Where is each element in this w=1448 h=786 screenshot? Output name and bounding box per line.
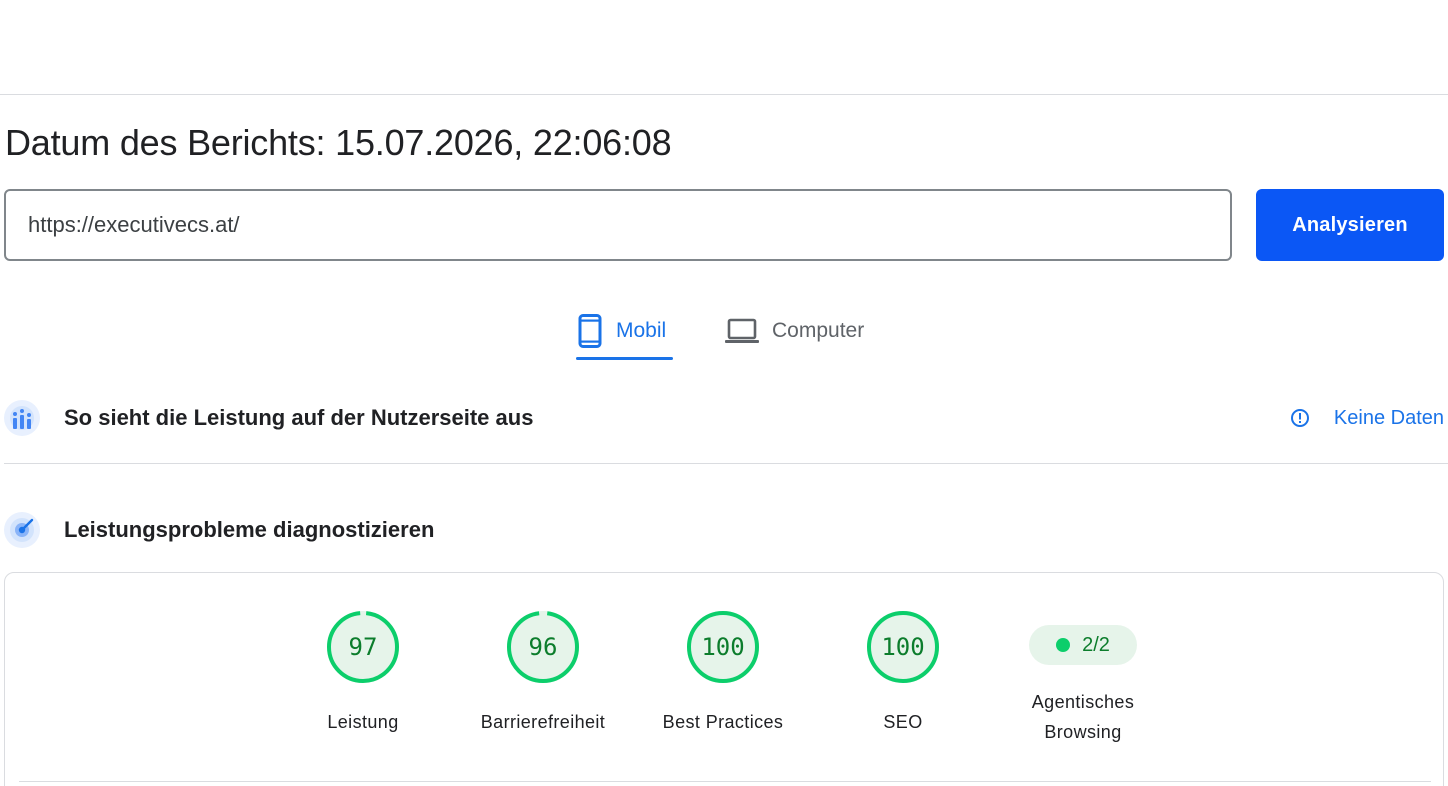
pass-dot-icon [1056,638,1071,652]
score-label: SEO [883,712,923,732]
score-label: Barrierefreiheit [480,712,606,732]
score-gauge-accessibility[interactable]: 96 Barrierefreiheit [453,609,633,737]
device-tabs: Mobil Computer [0,300,1448,362]
score-label: Leistung [327,712,399,732]
url-input[interactable] [4,189,1232,261]
score-card: 97 Leistung 96 Barrierefreiheit 100 Best… [4,572,1444,786]
tab-mobile[interactable]: Mobil [576,300,676,362]
field-data-header: So sieht die Leistung auf der Nutzerseit… [4,398,1448,438]
gauge-ring: 100 [687,611,759,683]
tab-mobile-label: Mobil [616,319,667,342]
score-value: 100 [701,633,744,661]
score-value: 100 [881,633,924,661]
agentic-label: Agentisches Browsing [993,687,1173,747]
analyze-button[interactable]: Analysieren [1256,189,1444,261]
field-data-icon [4,400,40,436]
card-divider [19,781,1431,782]
smartphone-icon [576,314,604,348]
gauge-ring: 100 [867,611,939,683]
score-gauge-best-practices[interactable]: 100 Best Practices [633,609,813,737]
score-label: Best Practices [662,712,784,732]
info-icon [1290,408,1310,428]
gauge-ring: 96 [507,611,579,683]
agentic-value: 2/2 [1082,633,1110,656]
score-agentic-browsing[interactable]: 2/2 Agentisches Browsing [993,609,1173,747]
score-value: 97 [349,633,378,661]
no-data-link[interactable]: Keine Daten [1290,407,1444,430]
pagespeed-page: Datum des Berichts: 15.07.2026, 22:06:08… [0,0,1448,786]
agentic-label-line1: Agentisches [1031,692,1135,712]
header-divider [0,94,1448,95]
tab-computer[interactable]: Computer [724,300,884,362]
lab-data-header: Leistungsprobleme diagnostizieren [4,510,1448,550]
gauge-ring: 97 [327,611,399,683]
field-data-title: So sieht die Leistung auf der Nutzerseit… [64,405,534,430]
agentic-pill: 2/2 [1029,625,1137,665]
score-gauge-seo[interactable]: 100 SEO [813,609,993,737]
agentic-label-line2: Browsing [1044,722,1122,742]
score-gauge-performance[interactable]: 97 Leistung [273,609,453,737]
report-date: Datum des Berichts: 15.07.2026, 22:06:08 [5,122,672,163]
laptop-icon [724,317,760,345]
active-tab-indicator [576,357,673,360]
lab-data-title: Leistungsprobleme diagnostizieren [64,517,435,542]
score-value: 96 [529,633,558,661]
tab-computer-label: Computer [772,319,865,342]
no-data-label: Keine Daten [1333,406,1444,429]
section-divider [4,463,1448,464]
lab-data-icon [4,512,40,548]
